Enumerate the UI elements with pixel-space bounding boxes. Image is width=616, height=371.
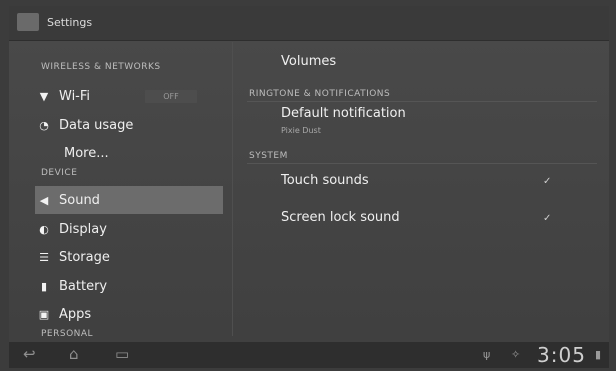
section-ringtone-notifications: RINGTONE & NOTIFICATIONS [249, 89, 391, 99]
sound-settings-pane: Volumes RINGTONE & NOTIFICATIONS Default… [247, 42, 607, 336]
sidebar-item-more[interactable]: More... [35, 139, 223, 167]
section-device: DEVICE [41, 168, 78, 178]
notification-icon: ✧ [511, 348, 521, 361]
sidebar-item-label: Battery [59, 278, 108, 294]
sidebar-item-display[interactable]: ◐ Display [35, 215, 223, 243]
volumes-item[interactable]: Volumes [281, 54, 336, 69]
speaker-icon: ◀ [39, 193, 49, 207]
section-personal: PERSONAL [41, 329, 94, 339]
sidebar-item-label: Wi-Fi [59, 88, 91, 104]
sidebar-item-data-usage[interactable]: ◔ Data usage [35, 111, 223, 139]
screen-lock-sound-item[interactable]: Screen lock sound [281, 210, 400, 225]
default-notification-value: Pixie Dust [281, 126, 321, 135]
usb-icon: ψ [483, 348, 491, 361]
section-system: SYSTEM [249, 151, 288, 161]
clock: 3:05 [537, 343, 586, 367]
app-title: Settings [47, 16, 93, 29]
wifi-toggle[interactable]: OFF [145, 90, 197, 103]
storage-icon: ☰ [39, 250, 49, 264]
back-icon[interactable]: ↩ [23, 345, 36, 363]
screen-lock-sound-checkbox[interactable]: ✓ [543, 213, 553, 224]
sidebar-item-label: Display [59, 221, 107, 237]
sidebar-item-label: Data usage [59, 117, 134, 133]
sidebar-item-battery[interactable]: ▮ Battery [35, 272, 223, 300]
tablet-screen: Settings WIRELESS & NETWORKS ▼ Wi-Fi OFF… [9, 6, 609, 368]
wifi-icon: ▼ [39, 89, 49, 103]
sidebar-item-sound[interactable]: ◀ Sound [35, 186, 223, 214]
battery-icon: ▮ [40, 279, 48, 293]
title-bar: Settings [9, 6, 609, 41]
section-wireless-networks: WIRELESS & NETWORKS [41, 62, 161, 72]
sidebar-item-label: More... [64, 145, 109, 161]
pane-divider [232, 42, 233, 336]
data-usage-icon: ◔ [39, 118, 49, 132]
signal-icon: ▮ [595, 348, 602, 361]
settings-app-icon [17, 13, 39, 31]
section-divider [247, 163, 597, 164]
sidebar-item-label: Apps [59, 306, 92, 322]
recent-apps-icon[interactable]: ▭ [115, 345, 129, 363]
touch-sounds-item[interactable]: Touch sounds [281, 173, 369, 188]
system-navigation-bar: ↩ ⌂ ▭ ψ ✧ 3:05 ▮ [9, 342, 609, 368]
sidebar-item-label: Storage [59, 249, 110, 265]
section-divider [247, 101, 597, 102]
sidebar-item-apps[interactable]: ▣ Apps [35, 300, 223, 328]
touch-sounds-checkbox[interactable]: ✓ [543, 176, 553, 187]
sidebar-item-label: Sound [59, 192, 100, 208]
apps-icon: ▣ [38, 307, 50, 321]
default-notification-item[interactable]: Default notification [281, 106, 406, 121]
sidebar-item-storage[interactable]: ☰ Storage [35, 243, 223, 271]
settings-categories: WIRELESS & NETWORKS ▼ Wi-Fi OFF ◔ Data u… [9, 44, 223, 339]
sidebar-item-wifi[interactable]: ▼ Wi-Fi OFF [35, 82, 223, 110]
home-icon[interactable]: ⌂ [69, 345, 79, 363]
display-icon: ◐ [39, 222, 49, 236]
